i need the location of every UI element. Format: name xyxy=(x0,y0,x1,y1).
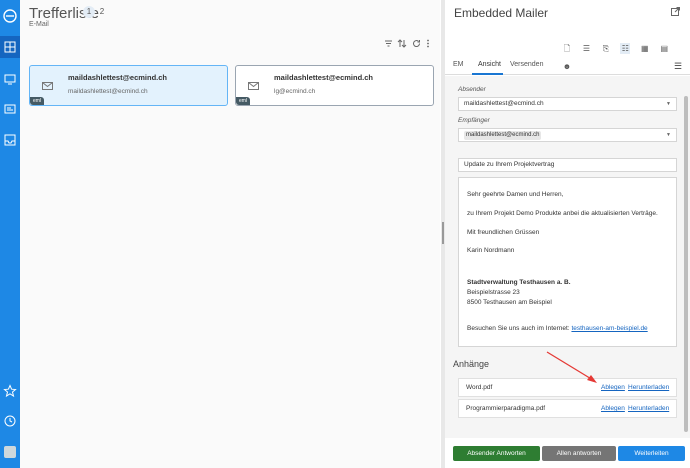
attachment-name: Programmierparadigma.pdf xyxy=(466,405,546,412)
file-attachment-link[interactable]: Ablegen xyxy=(601,405,625,412)
body-web-line: Besuchen Sie uns auch im Internet: testh… xyxy=(467,325,648,332)
inbox-icon[interactable] xyxy=(3,133,17,147)
user-avatar[interactable] xyxy=(4,446,16,458)
download-attachment-link[interactable]: Herunterladen xyxy=(628,405,669,412)
recipient-label: Empfänger xyxy=(458,117,490,124)
file-type-badge: eml xyxy=(236,97,251,105)
file-type-badge: eml xyxy=(30,97,45,105)
app: Trefferliste 1 2 E-Mail maildashlettest@… xyxy=(0,0,690,468)
mailer-footer: Absender Antworten Allen antworten Weite… xyxy=(445,438,690,468)
mailer-toolbar: 🗋 ☰ ⎘ ☷ ▦ ▤ ☻ xyxy=(562,38,690,71)
tab-em[interactable]: EM xyxy=(453,61,464,68)
subject-value: Update zu Ihrem Projektvertrag xyxy=(464,161,555,168)
subject-field[interactable]: Update zu Ihrem Projektvertrag xyxy=(458,158,677,172)
splitter-grip[interactable] xyxy=(442,222,444,244)
recipient-field[interactable]: maildashlettest@ecmind.ch ▼ xyxy=(458,128,677,142)
result-card[interactable]: maildashlettest@ecmind.ch lg@ecmind.ch e… xyxy=(235,65,434,106)
result-list-panel: Trefferliste 1 2 E-Mail maildashlettest@… xyxy=(20,0,440,468)
chevron-down-icon: ▼ xyxy=(666,101,671,107)
envelope-icon xyxy=(248,82,259,92)
result-list-subtitle: E-Mail xyxy=(29,21,49,28)
body-signature-name: Karin Nordmann xyxy=(467,247,515,254)
forward-button[interactable]: Weiterleiten xyxy=(618,446,685,461)
filter-icon[interactable] xyxy=(384,39,393,50)
download-attachment-link[interactable]: Herunterladen xyxy=(628,384,669,391)
result-card[interactable]: maildashlettest@ecmind.ch maildashlettes… xyxy=(29,65,228,106)
history-icon[interactable] xyxy=(3,414,17,428)
mailer-panel: Embedded Mailer 🗋 ☰ ⎘ ☷ ▦ ▤ ☻ EM Ansicht… xyxy=(445,0,690,468)
body-city: 8500 Testhausen am Beispiel xyxy=(467,299,552,306)
logo-icon[interactable] xyxy=(3,9,17,23)
page-button-2[interactable]: 2 xyxy=(96,6,108,18)
envelope-icon xyxy=(42,82,53,92)
body-greeting: Sehr geehrte Damen und Herren, xyxy=(467,191,564,198)
refresh-icon[interactable] xyxy=(412,39,421,50)
body-line: zu Ihrem Projekt Demo Produkte anbei die… xyxy=(467,210,658,217)
file-attachment-link[interactable]: Ablegen xyxy=(601,384,625,391)
attachment-row: Programmierparadigma.pdf Ablegen Herunte… xyxy=(458,399,677,418)
menu-icon[interactable]: ☰ xyxy=(674,61,682,72)
reply-sender-button[interactable]: Absender Antworten xyxy=(453,446,540,461)
mailer-title: Embedded Mailer xyxy=(454,6,549,20)
scrollbar[interactable] xyxy=(684,96,688,432)
grid-icon[interactable] xyxy=(3,40,17,54)
table-icon[interactable]: ▤ xyxy=(659,43,669,54)
card-recipient: maildashlettest@ecmind.ch xyxy=(68,88,148,95)
page-button-1[interactable]: 1 xyxy=(83,6,95,18)
website-link[interactable]: testhausen-am-beispiel.de xyxy=(571,325,647,332)
more-vert-icon[interactable] xyxy=(426,39,430,50)
body-web-prefix: Besuchen Sie uns auch im Internet: xyxy=(467,325,572,332)
card-icon[interactable] xyxy=(3,102,17,116)
mailer-tabs: EM Ansicht Versenden ☰ xyxy=(445,58,690,75)
document-icon[interactable]: 🗋 xyxy=(562,43,572,54)
body-street: Beispielstrasse 23 xyxy=(467,289,520,296)
list-icon[interactable]: ☰ xyxy=(581,43,591,54)
tab-ansicht[interactable]: Ansicht xyxy=(478,61,501,68)
attachment-name: Word.pdf xyxy=(466,384,493,391)
open-external-icon[interactable] xyxy=(671,7,680,18)
card-sender: maildashlettest@ecmind.ch xyxy=(274,73,374,82)
card-sender: maildashlettest@ecmind.ch xyxy=(68,73,168,82)
sender-label: Absender xyxy=(458,86,486,93)
chevron-down-icon: ▼ xyxy=(666,132,671,138)
annotation-arrow-icon xyxy=(546,351,597,383)
star-icon[interactable] xyxy=(3,384,17,398)
card-recipient: lg@ecmind.ch xyxy=(274,88,316,95)
attachments-heading: Anhänge xyxy=(453,359,490,369)
monitor-icon[interactable] xyxy=(3,72,17,86)
tab-versenden[interactable]: Versenden xyxy=(510,61,543,68)
reply-all-button[interactable]: Allen antworten xyxy=(542,446,616,461)
body-org: Stadtverwaltung Testhausen a. B. xyxy=(467,279,571,286)
mail-body[interactable]: Sehr geehrte Damen und Herren, zu Ihrem … xyxy=(458,177,677,347)
sender-select[interactable]: maildashlettest@ecmind.ch ▼ xyxy=(458,97,677,111)
active-tab-indicator xyxy=(472,73,503,75)
sidebar-rail xyxy=(0,0,20,468)
database-icon[interactable]: ☷ xyxy=(620,43,631,54)
attachment-icon[interactable]: ⎘ xyxy=(601,43,611,54)
sender-value: maildashlettest@ecmind.ch xyxy=(464,100,544,107)
calendar-icon[interactable]: ▦ xyxy=(640,43,650,54)
sort-icon[interactable] xyxy=(397,39,407,50)
recipient-chip[interactable]: maildashlettest@ecmind.ch xyxy=(464,131,542,140)
body-closing: Mit freundlichen Grüssen xyxy=(467,229,540,236)
